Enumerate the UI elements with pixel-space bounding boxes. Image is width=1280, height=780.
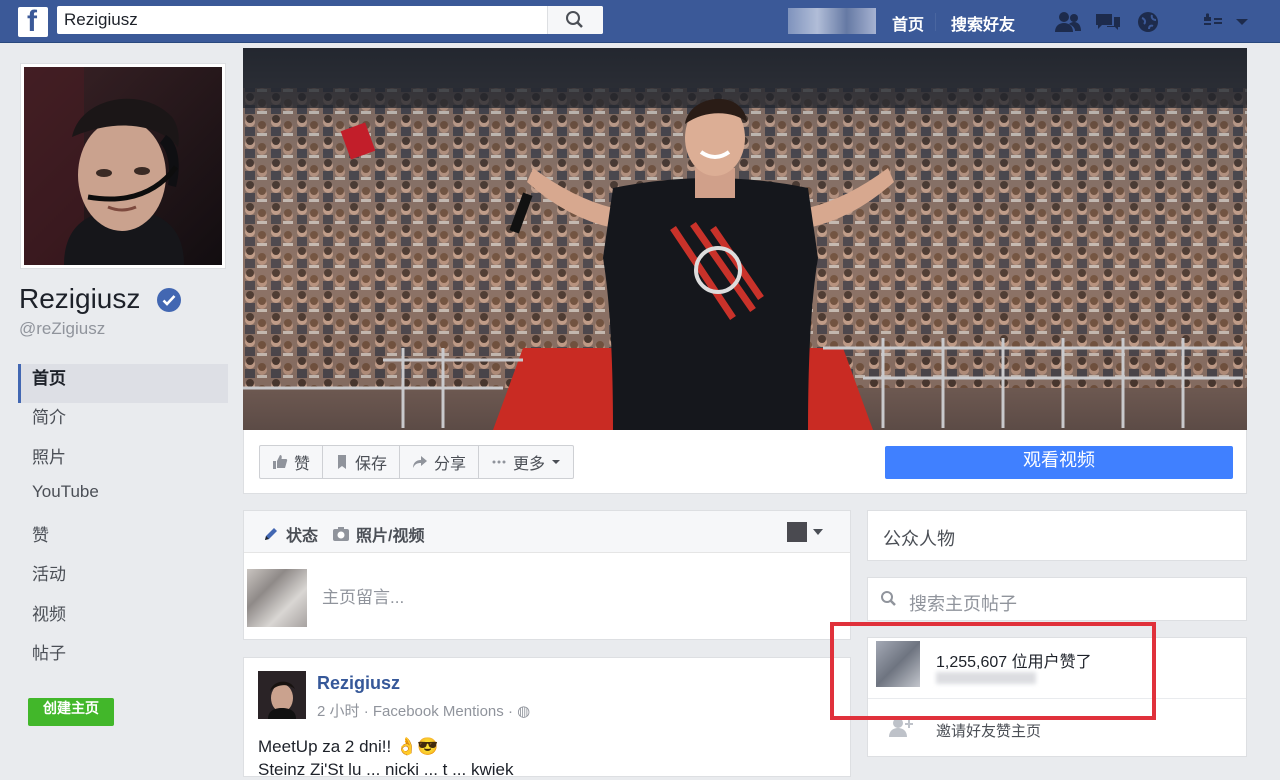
search-input[interactable]: [64, 10, 544, 30]
watch-video-button[interactable]: 观看视频: [885, 446, 1233, 479]
post-time[interactable]: 2 小时: [317, 703, 360, 720]
nav-item-about[interactable]: 简介: [18, 403, 228, 442]
tab-status[interactable]: 状态: [262, 522, 318, 546]
account-dropdown-icon[interactable]: [1234, 9, 1250, 35]
user-profile-link[interactable]: [788, 8, 876, 34]
post-source[interactable]: Facebook Mentions: [373, 703, 504, 720]
tab-status-label: 状态: [286, 528, 319, 545]
post-author-name[interactable]: Rezigiusz: [317, 673, 400, 694]
share-label: 分享: [434, 456, 467, 473]
share-page-button[interactable]: 分享: [400, 446, 480, 478]
search-button[interactable]: [547, 6, 603, 34]
page-avatar-dropdown-icon: [787, 522, 823, 542]
more-label: 更多: [513, 456, 546, 473]
page-username: @reZigiusz: [19, 319, 106, 338]
page-navigation: 首页 简介 照片 YouTube 赞 活动 视频 帖子: [18, 364, 228, 678]
page-search-placeholder[interactable]: 搜索主页帖子: [909, 590, 1017, 616]
annotation-highlight-box: [830, 622, 1156, 720]
nav-item-events[interactable]: 活动: [18, 560, 228, 599]
search-icon: [566, 11, 583, 28]
nav-item-posts[interactable]: 帖子: [18, 639, 228, 678]
emoji-icon: 👌😎: [395, 737, 439, 756]
profile-picture[interactable]: [20, 63, 226, 269]
notifications-globe-icon[interactable]: [1135, 9, 1161, 35]
more-actions-button[interactable]: 更多: [479, 446, 573, 478]
page-category-box: 公众人物: [867, 510, 1247, 561]
post-text: MeetUp za 2 dni!! 👌😎: [258, 737, 438, 757]
messages-icon[interactable]: [1093, 9, 1123, 35]
page-post-search[interactable]: 搜索主页帖子: [867, 577, 1247, 621]
verified-badge-icon: [157, 288, 181, 312]
create-page-button[interactable]: 创建主页: [28, 698, 114, 726]
save-page-button[interactable]: 保存: [323, 446, 401, 478]
post-composer: 状态 照片/视频 主页留言...: [243, 510, 851, 640]
tab-photo-video[interactable]: 照片/视频: [332, 522, 424, 546]
bookmark-icon: [338, 455, 347, 469]
composer-tabs: 状态 照片/视频: [244, 511, 850, 553]
friend-requests-icon[interactable]: [1053, 9, 1083, 35]
invite-friends-link[interactable]: 邀请好友赞主页: [936, 720, 1041, 741]
page-category[interactable]: 公众人物: [883, 525, 955, 551]
page-title: Rezigiusz: [19, 283, 141, 314]
nav-home-link[interactable]: 首页: [892, 11, 924, 35]
caret-down-icon: [552, 460, 561, 464]
nav-item-home[interactable]: 首页: [18, 364, 228, 404]
composer-body[interactable]: 主页留言...: [244, 553, 850, 639]
nav-divider: [935, 13, 936, 31]
nav-item-likes[interactable]: 赞: [18, 521, 228, 560]
post-as-selector[interactable]: [786, 521, 824, 548]
nav-item-youtube[interactable]: YouTube: [18, 482, 228, 521]
post-meta: 2 小时 · Facebook Mentions · ◍: [317, 700, 530, 721]
meta-separator: ·: [363, 703, 373, 720]
cover-photo[interactable]: [243, 48, 1247, 430]
privacy-shortcuts-icon[interactable]: [1202, 9, 1224, 35]
tab-photo-video-label: 照片/视频: [356, 528, 425, 545]
feed-post: Rezigiusz 2 小时 · Facebook Mentions · ◍ M…: [243, 657, 851, 779]
top-navigation-bar: f 首页 搜索好友: [0, 0, 1280, 43]
page-action-bar: 赞 保存 分享 更多 观看视频: [243, 430, 1247, 494]
pencil-icon: [265, 528, 277, 540]
search-box[interactable]: [57, 6, 603, 34]
public-globe-icon: ◍: [517, 703, 531, 720]
search-icon: [881, 591, 896, 606]
page-actions-group: 赞 保存 分享 更多: [259, 445, 575, 479]
post-author-avatar[interactable]: [258, 671, 306, 719]
profile-photo: [24, 67, 222, 265]
nav-item-videos[interactable]: 视频: [18, 600, 228, 639]
user-avatar: [247, 569, 307, 627]
nav-item-photos[interactable]: 照片: [18, 443, 228, 482]
crowd-photo: [243, 48, 1247, 430]
meta-separator: ·: [507, 703, 518, 720]
facebook-logo-icon[interactable]: f: [18, 5, 48, 38]
like-label: 赞: [294, 456, 311, 473]
post-text-content: MeetUp za 2 dni!!: [258, 737, 392, 756]
nav-find-friends-link[interactable]: 搜索好友: [951, 11, 1015, 35]
thumbs-up-icon: [273, 455, 288, 469]
share-arrow-icon: [413, 456, 428, 468]
like-page-button[interactable]: 赞: [260, 446, 324, 478]
post-text-line2: Steinz Zi'St lu ... nicki ... t ... kwie…: [258, 760, 514, 779]
save-label: 保存: [355, 456, 388, 473]
composer-placeholder[interactable]: 主页留言...: [322, 583, 404, 608]
camera-icon: [333, 527, 349, 541]
ellipsis-icon: [492, 460, 506, 464]
